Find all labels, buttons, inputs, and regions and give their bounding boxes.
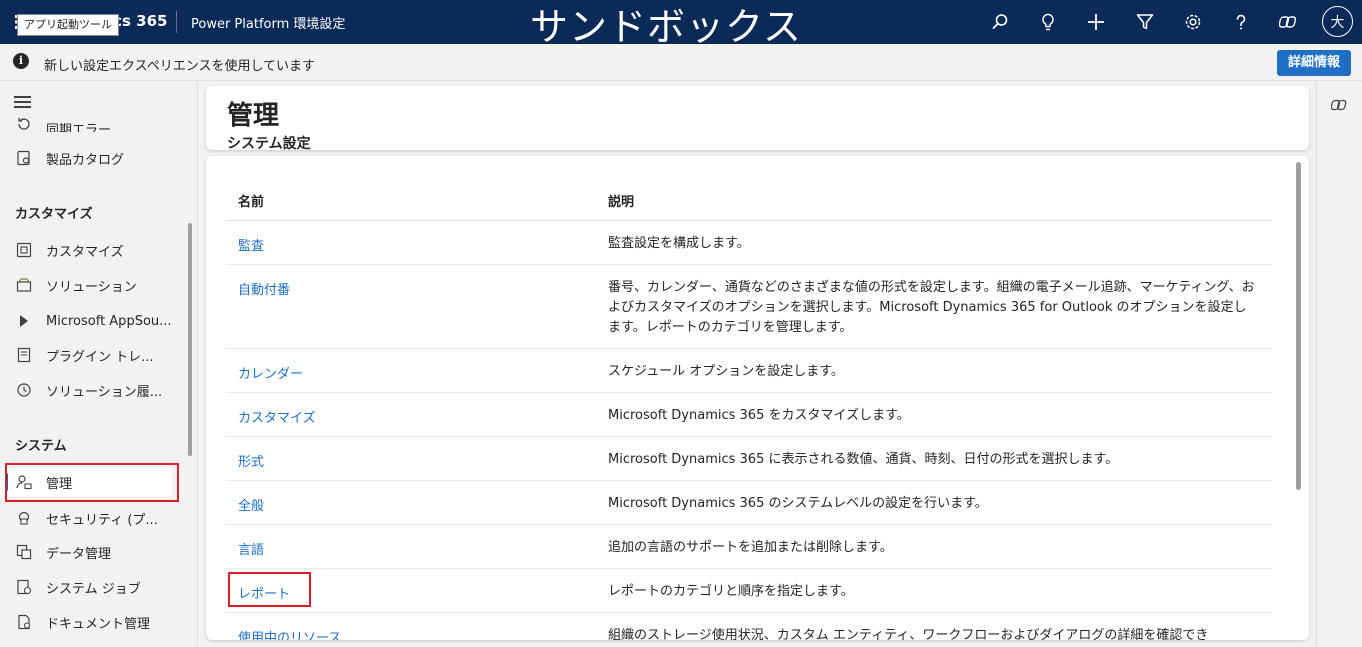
sidebar-item-customize[interactable]: カスタマイズ: [0, 235, 186, 265]
search-icon[interactable]: [986, 8, 1014, 36]
solution-icon: [16, 277, 32, 293]
copilot-icon[interactable]: [1275, 8, 1303, 36]
setting-description: スケジュール オプションを設定します。: [608, 364, 844, 379]
table-row: 言語 追加の言語のサポートを追加または削除します。: [226, 525, 1272, 569]
sidebar-item-label: プラグイン トレ...: [46, 349, 154, 365]
setting-link-customization[interactable]: カスタマイズ: [238, 407, 316, 426]
table-row: 全般 Microsoft Dynamics 365 のシステムレベルの設定を行い…: [226, 481, 1272, 525]
setting-description: Microsoft Dynamics 365 のシステムレベルの設定を行います。: [608, 496, 988, 511]
sidebar-item-system-jobs[interactable]: システム ジョブ: [0, 572, 186, 602]
sync-error-icon: [16, 116, 32, 132]
lightbulb-icon[interactable]: [1034, 8, 1062, 36]
setting-description: 追加の言語のサポートを追加または削除します。: [608, 540, 893, 555]
setting-description: 監査設定を構成します。: [608, 236, 750, 251]
avatar[interactable]: 大: [1322, 6, 1353, 37]
copilot-icon[interactable]: [1330, 96, 1349, 114]
setting-link-resources-in-use[interactable]: 使用中のリソース: [238, 627, 341, 640]
setting-description: 番号、カレンダー、通貨などのさまざまな値の形式を設定します。組織の電子メール追跡…: [608, 280, 1255, 335]
sidebar-item-document-management[interactable]: ドキュメント管理: [0, 607, 186, 637]
customize-icon: [16, 242, 32, 258]
highlight-box-administration: [5, 463, 179, 502]
table-row: 監査 監査設定を構成します。: [226, 221, 1272, 265]
sidebar-item-label: システム ジョブ: [46, 581, 141, 597]
table-row: 使用中のリソース 組織のストレージ使用状況、カスタム エンティティ、ワークフロー…: [226, 613, 1272, 640]
setting-link-auto-numbering[interactable]: 自動付番: [238, 279, 290, 298]
sidebar-item-label: 製品カタログ: [46, 152, 125, 168]
sidebar-item-label: 同期エラー: [46, 123, 112, 132]
setting-link-calendar[interactable]: カレンダー: [238, 363, 303, 382]
notification-bar: i 新しい設定エクスペリエンスを使用しています 詳細情報: [0, 44, 1362, 81]
system-jobs-icon: [16, 579, 32, 595]
table-row: 形式 Microsoft Dynamics 365 に表示される数値、通貨、時刻…: [226, 437, 1272, 481]
column-header-description[interactable]: 説明: [608, 191, 634, 210]
setting-description: Microsoft Dynamics 365 をカスタマイズします。: [608, 408, 910, 423]
sidebar-item-solutions[interactable]: ソリューション: [0, 270, 186, 300]
sidebar-item-label: カスタマイズ: [46, 244, 124, 260]
history-icon: [16, 382, 32, 398]
settings-table-card: 名前 説明 監査 監査設定を構成します。 自動付番 番号、カレンダー、通貨などの…: [206, 156, 1309, 640]
sidebar: 同期エラー 製品カタログ カスタマイズ カスタマイズ ソリューション Micro…: [0, 82, 198, 647]
catalog-icon: [16, 150, 32, 166]
add-icon[interactable]: [1082, 8, 1110, 36]
setting-link-languages[interactable]: 言語: [238, 539, 264, 558]
sidebar-item-solution-history[interactable]: ソリューション履...: [0, 375, 186, 405]
sidebar-item-label: ソリューション: [46, 279, 137, 295]
right-rail: [1316, 82, 1362, 647]
setting-link-general[interactable]: 全般: [238, 495, 264, 514]
setting-link-audit[interactable]: 監査: [238, 235, 264, 254]
more-info-button[interactable]: 詳細情報: [1277, 50, 1351, 76]
sidebar-item-product-catalog[interactable]: 製品カタログ: [0, 143, 186, 173]
info-icon: i: [13, 53, 29, 69]
sidebar-item-label: セキュリティ (プ...: [46, 512, 158, 528]
hamburger-menu-icon[interactable]: [14, 96, 31, 108]
column-header-name[interactable]: 名前: [238, 191, 264, 210]
sidebar-item-security[interactable]: セキュリティ (プ...: [0, 503, 186, 533]
document-management-icon: [16, 614, 32, 630]
app-launcher-tooltip: アプリ起動ツール: [17, 14, 119, 36]
top-bar: アプリ起動ツール ics 365 Power Platform 環境設定 サンド…: [0, 0, 1362, 49]
top-bar-divider: [176, 11, 177, 33]
sidebar-item-label: Microsoft AppSou...: [46, 313, 172, 329]
setting-link-formats[interactable]: 形式: [238, 451, 264, 470]
sidebar-item-sync-error[interactable]: 同期エラー: [0, 110, 186, 132]
table-row: カレンダー スケジュール オプションを設定します。: [226, 349, 1272, 393]
help-icon[interactable]: [1227, 8, 1255, 36]
filter-icon[interactable]: [1131, 8, 1159, 36]
gear-icon[interactable]: [1179, 8, 1207, 36]
appsource-icon: [16, 313, 32, 329]
page-subtitle: システム設定: [227, 136, 311, 152]
table-row: カスタマイズ Microsoft Dynamics 365 をカスタマイズします…: [226, 393, 1272, 437]
sidebar-item-label: ドキュメント管理: [46, 616, 151, 632]
table-row: レポート レポートのカテゴリと順序を指定します。: [226, 569, 1272, 613]
table-row: 自動付番 番号、カレンダー、通貨などのさまざまな値の形式を設定します。組織の電子…: [226, 265, 1272, 349]
setting-description: Microsoft Dynamics 365 に表示される数値、通貨、時刻、日付…: [608, 452, 1119, 467]
sidebar-item-appsource[interactable]: Microsoft AppSou...: [0, 306, 186, 336]
sidebar-item-plugin-trace[interactable]: プラグイン トレ...: [0, 340, 186, 370]
sidebar-item-data-management[interactable]: データ管理: [0, 537, 186, 567]
sidebar-section-system: システム: [15, 439, 67, 454]
plugin-trace-icon: [16, 347, 32, 363]
main-scrollbar[interactable]: [1296, 162, 1301, 490]
environment-title: Power Platform 環境設定: [191, 17, 346, 32]
setting-description: レポートのカテゴリと順序を指定します。: [608, 584, 854, 599]
highlight-box-reporting: [228, 572, 311, 607]
security-icon: [16, 510, 32, 526]
page-header-card: 管理 システム設定: [206, 86, 1309, 152]
sidebar-item-label: データ管理: [46, 546, 112, 562]
page-title: 管理: [227, 101, 280, 131]
setting-description: 組織のストレージ使用状況、カスタム エンティティ、ワークフローおよびダイアログの…: [608, 628, 1209, 640]
sidebar-scrollbar[interactable]: [188, 223, 192, 456]
sidebar-section-customize: カスタマイズ: [15, 207, 93, 222]
notification-text: 新しい設定エクスペリエンスを使用しています: [44, 59, 316, 74]
sidebar-item-label: ソリューション履...: [46, 384, 163, 400]
data-management-icon: [16, 544, 32, 560]
